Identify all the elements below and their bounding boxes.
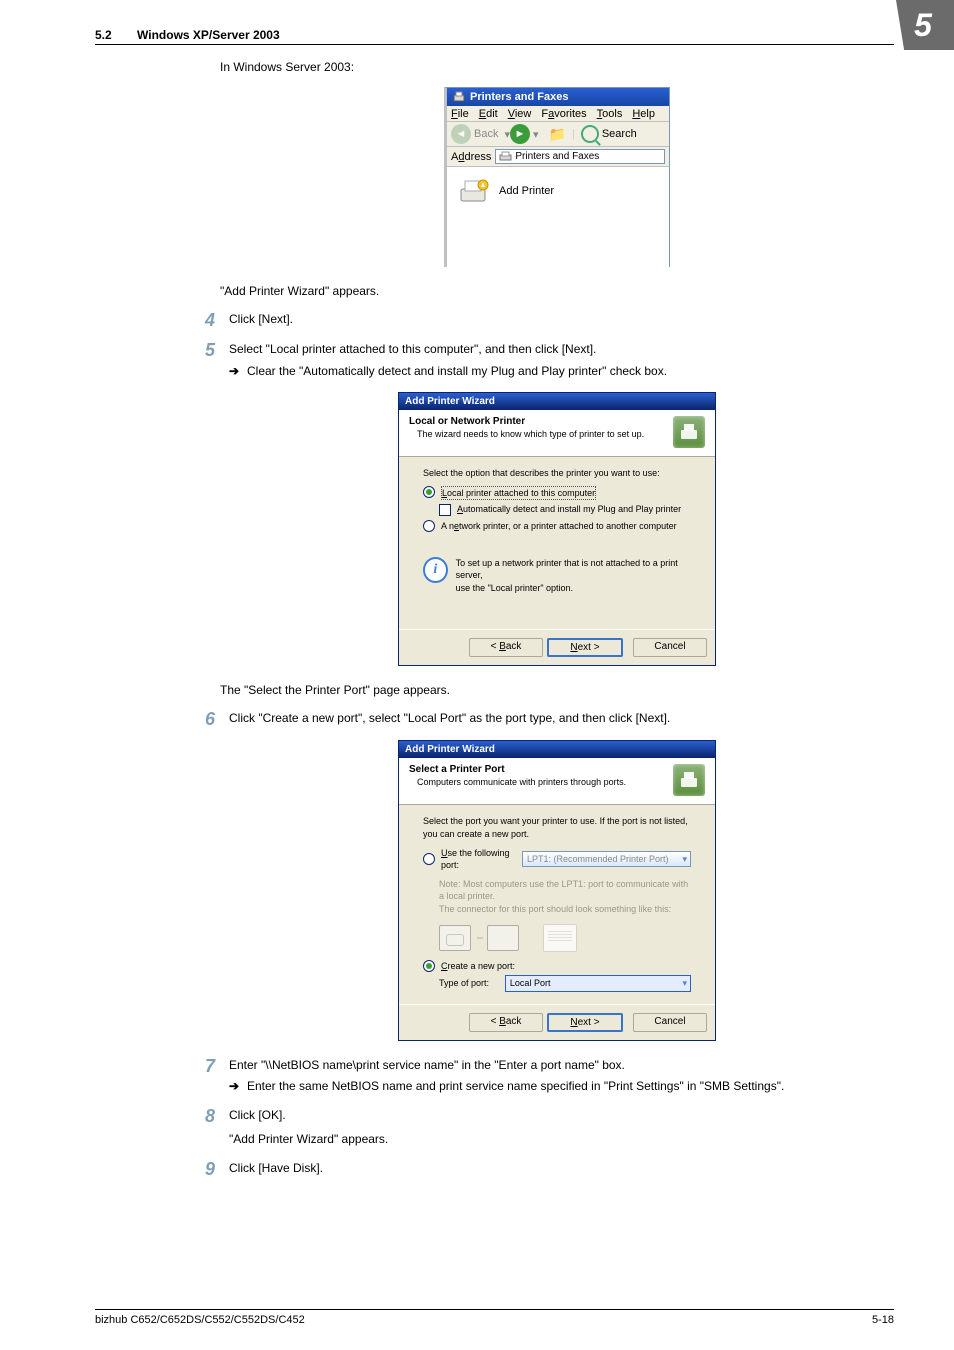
menu-file[interactable]: File <box>451 108 469 120</box>
arrow-icon: ➔ <box>229 363 247 380</box>
wizard-info-1: To set up a network printer that is not … <box>456 557 691 582</box>
port-note-1: Note: Most computers use the LPT1: port … <box>439 878 691 903</box>
info-icon: i <box>423 557 448 583</box>
checkbox-auto-detect-label: Automatically detect and install my Plug… <box>457 503 681 516</box>
cancel-button[interactable]: Cancel <box>633 638 707 657</box>
address-bar: Address Printers and Faxes <box>447 147 669 167</box>
back-button[interactable]: < Back <box>469 1013 543 1032</box>
post-pf-line: "Add Printer Wizard" appears. <box>220 283 894 299</box>
wizard-body-intro: Select the option that describes the pri… <box>423 467 691 480</box>
page-header: 5.2 Windows XP/Server 2003 <box>95 28 894 45</box>
next-button[interactable]: Next > <box>547 1013 623 1032</box>
intro-line: In Windows Server 2003: <box>220 59 894 75</box>
menu-edit[interactable]: Edit <box>479 108 498 120</box>
address-input[interactable]: Printers and Faxes <box>495 149 665 164</box>
radio-create-port-label: Create a new port: <box>441 960 515 973</box>
step-number: 6 <box>175 710 229 728</box>
radio-create-port[interactable] <box>423 960 435 972</box>
window-title: Printers and Faxes <box>470 91 568 103</box>
page-footer: bizhub C652/C652DS/C552/C552DS/C452 5-18 <box>95 1309 894 1326</box>
forward-button[interactable]: ► <box>510 124 530 144</box>
radio-local-printer[interactable] <box>423 486 435 498</box>
radio-local-printer-label: Local printer attached to this computer <box>441 486 596 501</box>
window-body: Add Printer <box>447 167 669 267</box>
step-number: 5 <box>175 341 229 359</box>
menu-help[interactable]: Help <box>632 108 655 120</box>
back-button[interactable]: < Back <box>469 638 543 657</box>
back-label: Back <box>474 128 498 140</box>
next-button[interactable]: Next > <box>547 638 623 657</box>
step-number: 4 <box>175 311 229 329</box>
add-printer-wizard-port: Add Printer Wizard Select a Printer Port… <box>398 740 716 1040</box>
step4-text: Click [Next]. <box>229 311 894 328</box>
radio-use-port[interactable] <box>423 853 435 865</box>
port-select[interactable]: LPT1: (Recommended Printer Port) <box>522 851 691 868</box>
port-type-select[interactable]: Local Port <box>505 975 691 992</box>
window-menubar: File Edit View Favorites Tools Help <box>447 106 669 122</box>
cancel-button[interactable]: Cancel <box>633 1013 707 1032</box>
step8-after: "Add Printer Wizard" appears. <box>229 1131 894 1148</box>
search-label: Search <box>602 128 637 140</box>
add-printer-label[interactable]: Add Printer <box>499 185 554 197</box>
step9-text: Click [Have Disk]. <box>229 1160 894 1177</box>
step5-sub: Clear the "Automatically detect and inst… <box>247 363 667 380</box>
checkbox-auto-detect[interactable] <box>439 504 451 516</box>
step7-sub: Enter the same NetBIOS name and print se… <box>247 1078 784 1095</box>
step-number: 7 <box>175 1057 229 1075</box>
add-printer-wizard-local: Add Printer Wizard Local or Network Prin… <box>398 392 716 666</box>
section-badge: 5 <box>896 0 954 50</box>
wizard-head-title: Select a Printer Port <box>409 764 626 775</box>
menu-favorites[interactable]: Favorites <box>541 108 586 120</box>
printer-icon <box>499 151 512 162</box>
back-button[interactable]: ◄ <box>451 124 471 144</box>
menu-tools[interactable]: Tools <box>597 108 623 120</box>
section-title: Windows XP/Server 2003 <box>137 28 280 42</box>
radio-network-printer-label: A network printer, or a printer attached… <box>441 520 677 533</box>
type-of-port-label: Type of port: <box>439 977 505 990</box>
wizard-info-2: use the "Local printer" option. <box>456 582 691 595</box>
step-number: 8 <box>175 1107 229 1125</box>
radio-use-port-label: Use the following port: <box>441 847 516 872</box>
step8-text: Click [OK]. <box>229 1107 894 1124</box>
wizard-head-sub: Computers communicate with printers thro… <box>417 777 626 787</box>
step-number: 9 <box>175 1160 229 1178</box>
wizard-head-title: Local or Network Printer <box>409 416 644 427</box>
address-label: Address <box>451 151 491 163</box>
radio-network-printer[interactable] <box>423 520 435 532</box>
port-note-2: The connector for this port should look … <box>439 903 691 916</box>
window-titlebar: Printers and Faxes <box>447 88 669 106</box>
address-value: Printers and Faxes <box>515 151 599 162</box>
arrow-icon: ➔ <box>229 1078 247 1095</box>
printer-wizard-icon <box>673 416 705 448</box>
footer-right: 5-18 <box>872 1314 894 1326</box>
wizard-head-sub: The wizard needs to know which type of p… <box>417 429 644 439</box>
step5-text: Select "Local printer attached to this c… <box>229 341 894 358</box>
search-icon <box>581 125 599 143</box>
section-badge-num: 5 <box>914 7 936 44</box>
step7-text: Enter "\\NetBIOS name\print service name… <box>229 1057 894 1074</box>
wizard-titlebar: Add Printer Wizard <box>399 393 715 410</box>
port-illustration <box>439 924 691 952</box>
wizard-titlebar: Add Printer Wizard <box>399 741 715 758</box>
search-button[interactable]: Search <box>581 125 637 143</box>
printer-wizard-icon <box>673 764 705 796</box>
menu-view[interactable]: View <box>508 108 532 120</box>
step6-text: Click "Create a new port", select "Local… <box>229 710 894 727</box>
post-wiz1-line: The "Select the Printer Port" page appea… <box>220 682 894 698</box>
up-icon[interactable]: 📁 <box>549 126 566 143</box>
wizard-body-intro: Select the port you want your printer to… <box>423 815 691 840</box>
printers-faxes-window: Printers and Faxes File Edit View Favori… <box>444 87 670 267</box>
wizard-header: Local or Network Printer The wizard need… <box>399 410 715 457</box>
wizard-header: Select a Printer Port Computers communic… <box>399 758 715 805</box>
window-toolbar: ◄ Back ▾ ► ▾ 📁 | Search <box>447 122 669 147</box>
printer-icon <box>452 90 466 104</box>
section-number: 5.2 <box>95 28 112 42</box>
footer-left: bizhub C652/C652DS/C552/C552DS/C452 <box>95 1314 305 1326</box>
add-printer-icon[interactable] <box>457 175 491 207</box>
